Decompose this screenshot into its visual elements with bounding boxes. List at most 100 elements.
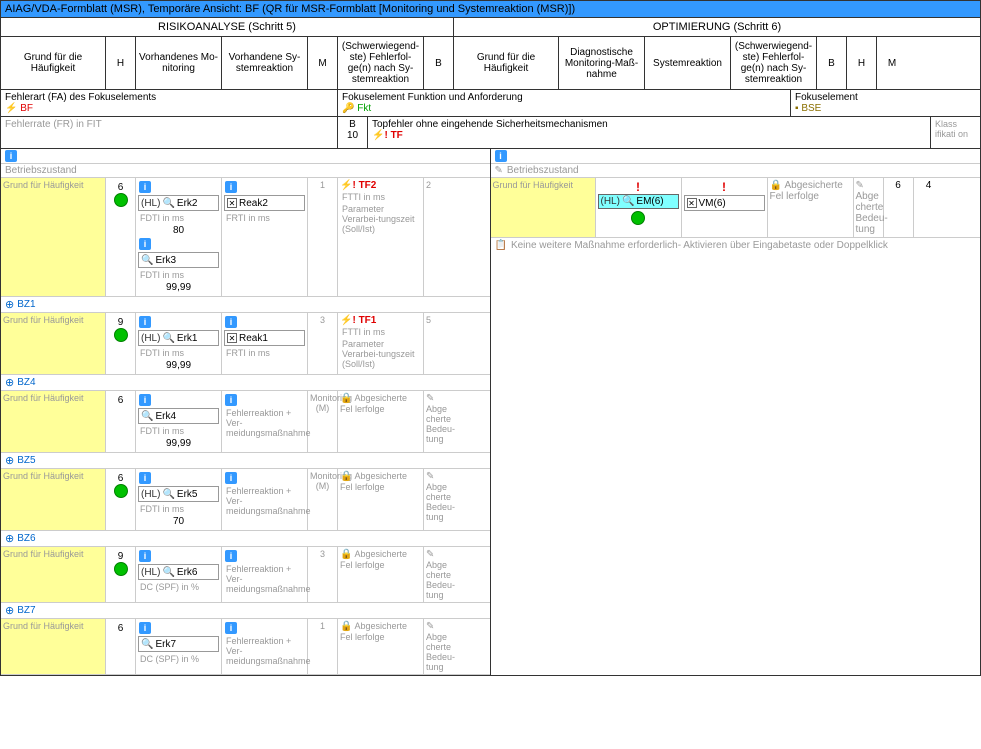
col-h6: (Schwerwiegend-ste) Fehlerfol-ge(n) nach… <box>338 37 424 89</box>
info-icon[interactable]: i <box>225 472 237 484</box>
info-icon[interactable]: i <box>225 394 237 406</box>
col-h4: Vorhandene Sy-stemreaktion <box>222 37 308 89</box>
wheel-icon: ⊕ <box>5 454 14 467</box>
erk-box[interactable]: (HL) 🔍 Erk1 <box>138 330 219 346</box>
focus-fa: Fehlerart (FA) des Fokuselements ⚡ BF <box>1 90 338 116</box>
erk-box[interactable]: (HL) 🔍 Erk5 <box>138 486 219 502</box>
square-icon: ▪ <box>795 103 799 114</box>
b10: B10 <box>338 117 368 148</box>
reak-box[interactable]: ✕ Reak1 <box>224 330 305 346</box>
bolt-icon: ⚡ <box>5 103 17 114</box>
col-h9: Diagnostische Monitoring-Maß-nahme <box>559 37 645 89</box>
data-row[interactable]: Grund für Häufigkeit9i(HL) 🔍 Erk6DC (SPF… <box>1 547 490 603</box>
status-dot <box>114 562 128 576</box>
col-h5: M <box>308 37 338 89</box>
column-headers: Grund für die Häufigkeit H Vorhandenes M… <box>1 37 980 90</box>
info-icon[interactable]: i <box>139 550 151 562</box>
col-h13: H <box>847 37 877 89</box>
info-icon[interactable]: i <box>139 394 151 406</box>
lock-icon: 🔒 <box>340 393 352 404</box>
magnifier-icon: 🔍 <box>162 198 174 209</box>
info-icon[interactable]: i <box>139 316 151 328</box>
status-dot <box>114 328 128 342</box>
info-icon[interactable]: i <box>139 181 151 193</box>
x-icon: ✕ <box>687 198 697 208</box>
vm-box[interactable]: ✕ VM(6) <box>684 195 765 211</box>
header-left: RISIKOANALYSE (Schritt 5) <box>1 18 454 36</box>
info-icon[interactable]: i <box>5 150 17 162</box>
info-icon[interactable]: i <box>139 238 151 250</box>
bang-icon: ! <box>636 180 640 194</box>
x-icon: ✕ <box>227 333 237 343</box>
left-panel: i Betriebszustand Grund für Häufigkeit6i… <box>1 149 491 675</box>
erk-box[interactable]: (HL) 🔍 Erk2 <box>138 195 219 211</box>
col-h3: Vorhandenes Mo-nitoring <box>136 37 222 89</box>
em-box[interactable]: (HL) 🔍 EM(6) <box>598 194 679 209</box>
focus-fkt: Fokuselement Funktion und Anforderung 🔑 … <box>338 90 791 116</box>
info-icon[interactable]: i <box>225 316 237 328</box>
bz-row[interactable]: ⊕BZ5 <box>1 453 490 469</box>
info-icon[interactable]: i <box>139 622 151 634</box>
title-bar: AIAG/VDA-Formblatt (MSR), Temporäre Ansi… <box>1 1 980 18</box>
info-icon[interactable]: i <box>225 181 237 193</box>
topfehler: Topfehler ohne eingehende Sicherheitsmec… <box>368 117 931 148</box>
magnifier-icon: 🔍 <box>141 255 153 266</box>
status-dot <box>631 211 645 225</box>
focus-bse: Fokuselement ▪ BSE <box>791 90 979 116</box>
pencil-icon: ✎ <box>426 549 434 560</box>
pencil-icon: ✎ <box>495 165 503 176</box>
col-h7: B <box>424 37 454 89</box>
col-h8: Grund für die Häufigkeit <box>454 37 559 89</box>
bolt-icon: ⚡! <box>372 130 388 141</box>
info-icon[interactable]: i <box>139 472 151 484</box>
key-icon: 🔑 <box>342 103 354 114</box>
erk-box[interactable]: 🔍 Erk4 <box>138 408 219 424</box>
fr-fit: Fehlerrate (FR) in FIT <box>1 117 338 148</box>
info-icon[interactable]: i <box>225 550 237 562</box>
bz-row[interactable]: ⊕BZ6 <box>1 531 490 547</box>
data-row[interactable]: Grund für Häufigkeit6i(HL) 🔍 Erk2FDTI in… <box>1 178 490 297</box>
data-row[interactable]: Grund für Häufigkeit6i🔍 Erk7DC (SPF) in … <box>1 619 490 675</box>
wheel-icon: ⊕ <box>5 376 14 389</box>
info-icon[interactable]: i <box>495 150 507 162</box>
header-right: OPTIMIERUNG (Schritt 6) <box>454 18 980 36</box>
erk-box[interactable]: 🔍 Erk3 <box>138 252 219 268</box>
lock-icon: 🔒 <box>340 621 352 632</box>
col-h1: Grund für die Häufigkeit <box>1 37 106 89</box>
pencil-icon: ✎ <box>856 180 864 191</box>
opt-row[interactable]: Grund für Häufigkeit ! (HL) 🔍 EM(6) ! ✕ … <box>491 178 981 238</box>
doc-icon: 📋 <box>495 240 507 251</box>
bz-header: Betriebszustand <box>1 164 490 178</box>
col-h10: Systemreaktion <box>645 37 731 89</box>
reak-box[interactable]: ✕ Reak2 <box>224 195 305 211</box>
bz-row[interactable]: ⊕BZ7 <box>1 603 490 619</box>
lock-icon: 🔒 <box>340 471 352 482</box>
pencil-icon: ✎ <box>426 471 434 482</box>
lock-icon: 🔒 <box>340 549 352 560</box>
col-h2: H <box>106 37 136 89</box>
wheel-icon: ⊕ <box>5 532 14 545</box>
erk-box[interactable]: 🔍 Erk7 <box>138 636 219 652</box>
data-row[interactable]: Grund für Häufigkeit6i🔍 Erk4FDTI in ms99… <box>1 391 490 453</box>
bang-icon: ! <box>722 180 726 194</box>
data-row[interactable]: Grund für Häufigkeit6i(HL) 🔍 Erk5FDTI in… <box>1 469 490 531</box>
pencil-icon: ✎ <box>426 621 434 632</box>
magnifier-icon: 🔍 <box>141 639 153 650</box>
bz-row[interactable]: ⊕BZ1 <box>1 297 490 313</box>
status-dot <box>114 193 128 207</box>
wheel-icon: ⊕ <box>5 298 14 311</box>
magnifier-icon: 🔍 <box>162 333 174 344</box>
bolt-icon: ⚡! <box>340 315 356 326</box>
info-icon[interactable]: i <box>225 622 237 634</box>
klass: Klass ifikati on <box>931 117 979 148</box>
lock-icon: 🔒 <box>770 180 782 191</box>
magnifier-icon: 🔍 <box>141 411 153 422</box>
status-dot <box>114 484 128 498</box>
col-h14: M <box>877 37 907 89</box>
bz-row[interactable]: ⊕BZ4 <box>1 375 490 391</box>
note[interactable]: 📋Keine weitere Maßnahme erforderlich- Ak… <box>491 238 981 253</box>
x-icon: ✕ <box>227 198 237 208</box>
data-row[interactable]: Grund für Häufigkeit9i(HL) 🔍 Erk1FDTI in… <box>1 313 490 375</box>
erk-box[interactable]: (HL) 🔍 Erk6 <box>138 564 219 580</box>
wheel-icon: ⊕ <box>5 604 14 617</box>
